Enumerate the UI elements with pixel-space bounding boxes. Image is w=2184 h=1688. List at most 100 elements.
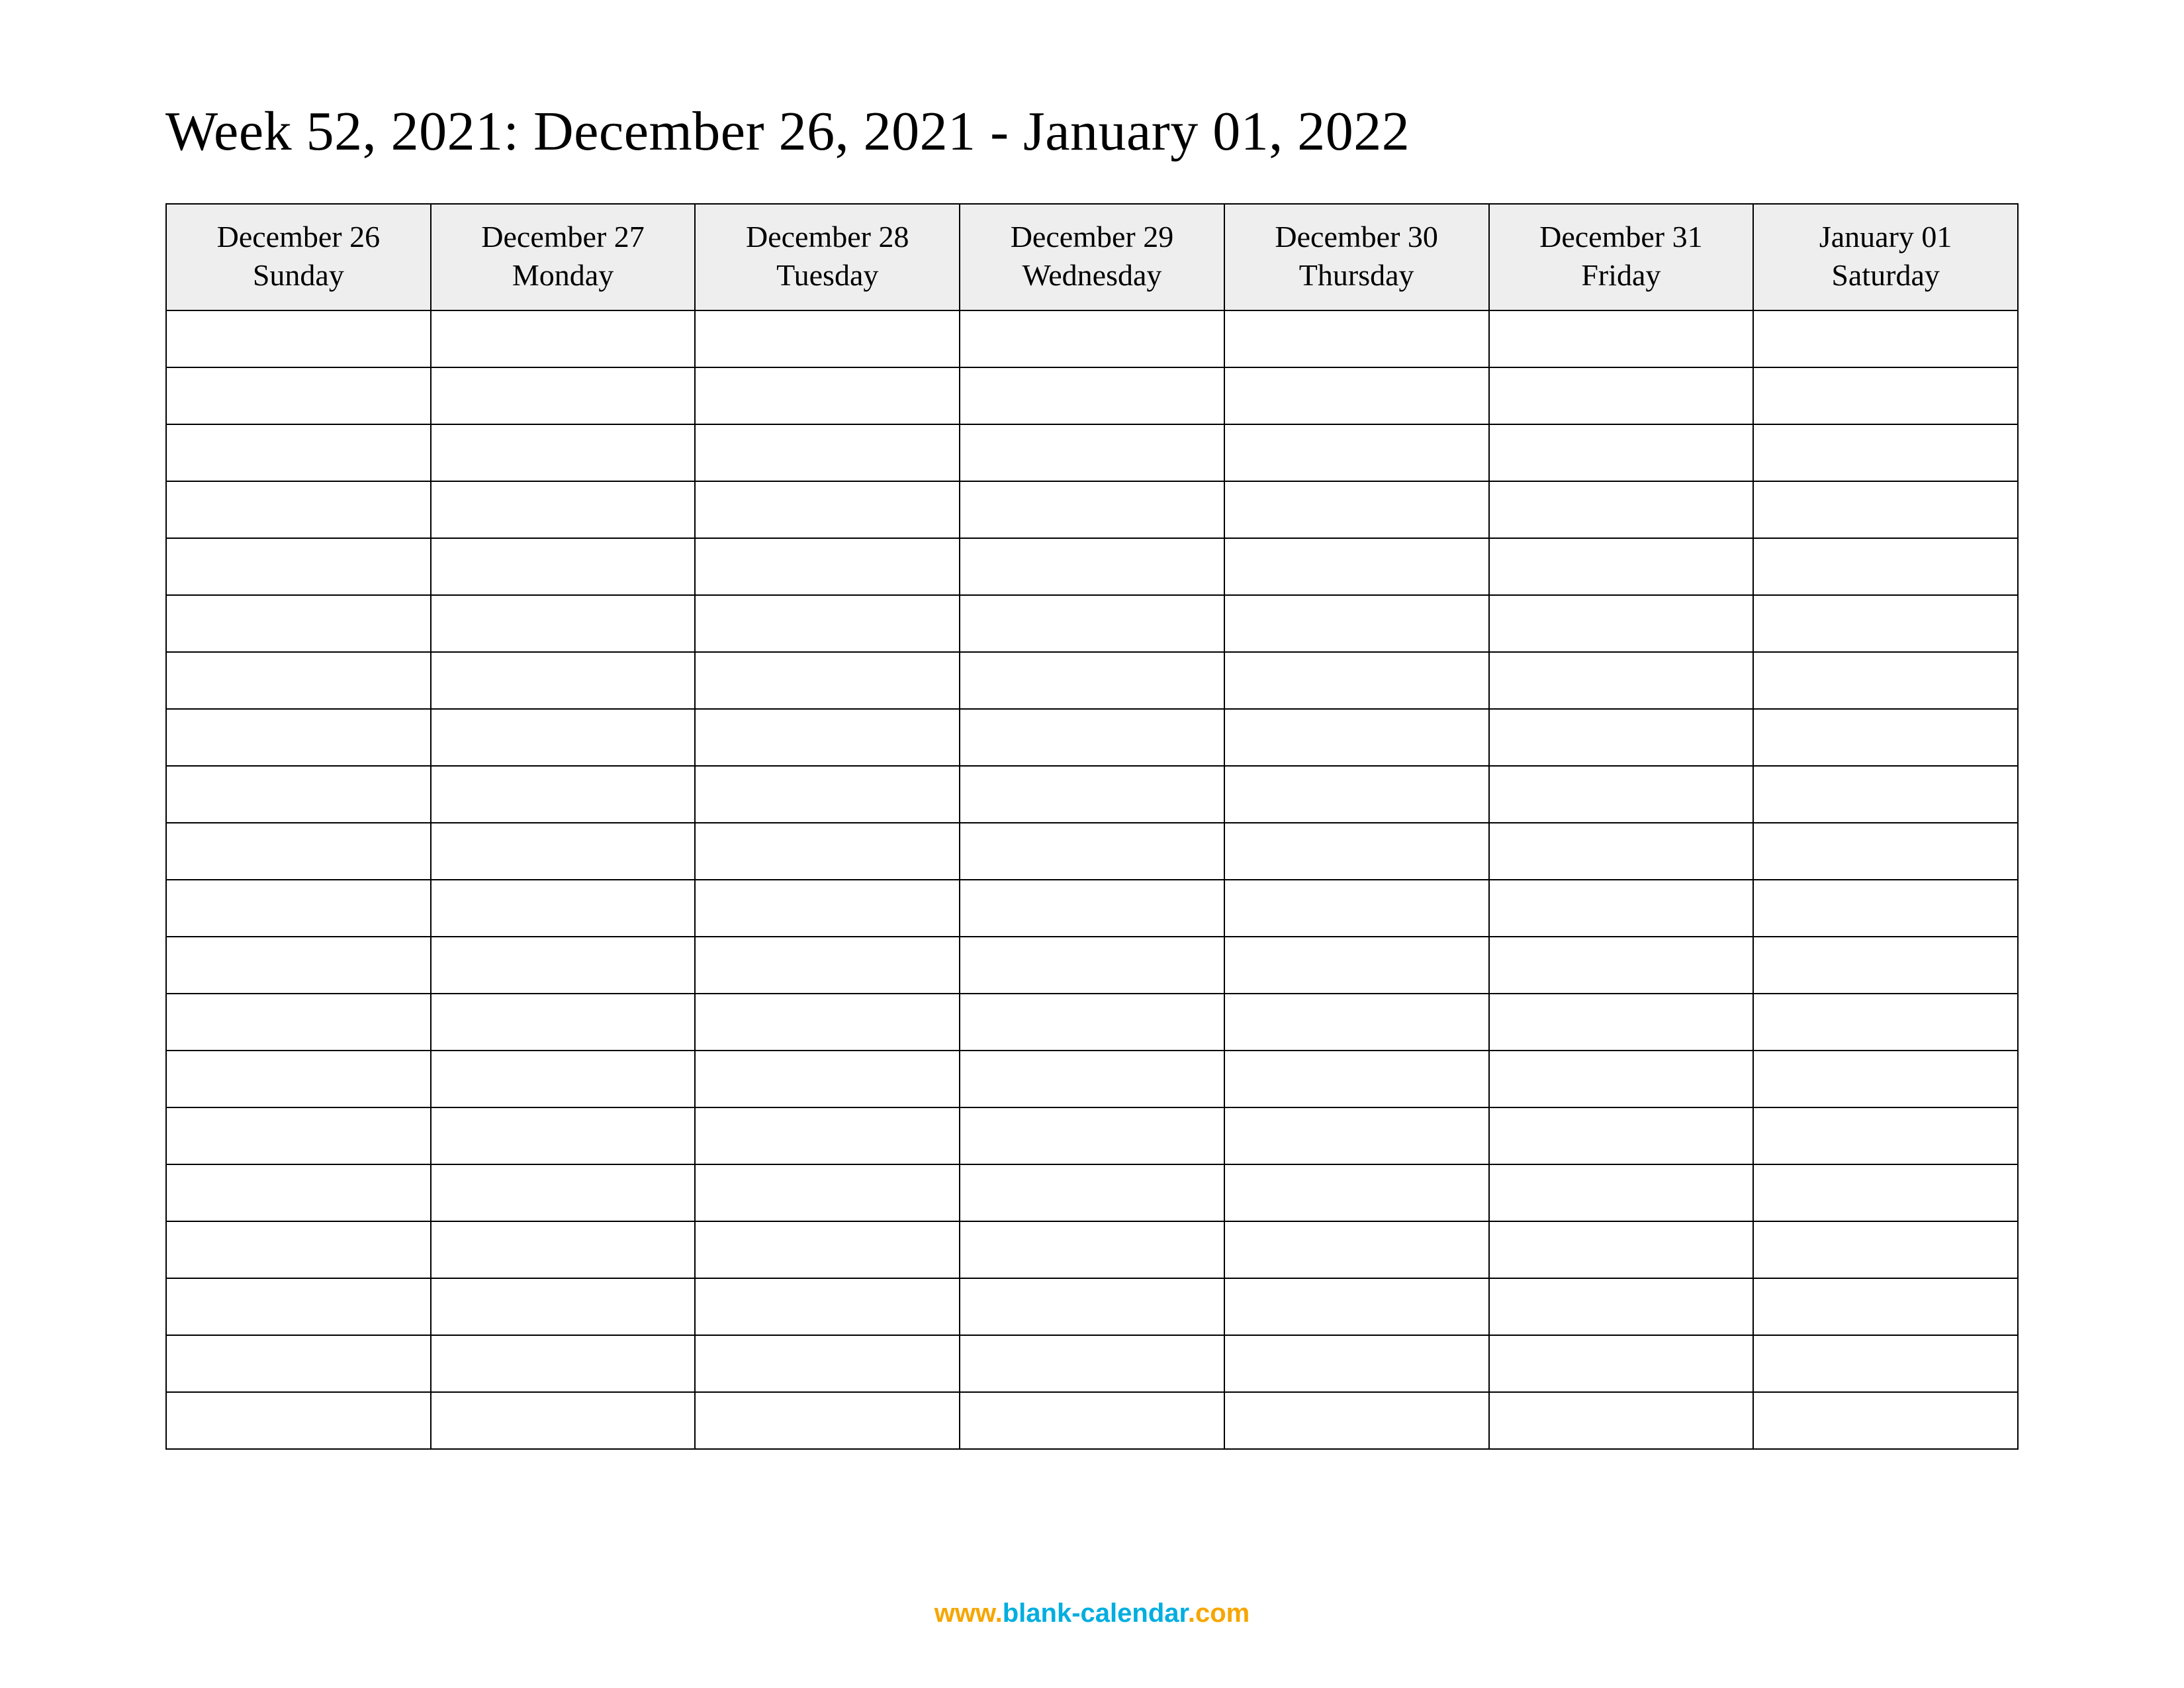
empty-cell <box>166 310 431 367</box>
empty-cell <box>431 766 696 823</box>
empty-cell <box>166 994 431 1051</box>
empty-cell <box>1753 424 2018 481</box>
empty-cell <box>1489 367 1754 424</box>
empty-cell <box>431 709 696 766</box>
table-row <box>166 1335 2018 1392</box>
empty-cell <box>960 766 1224 823</box>
empty-cell <box>960 1392 1224 1449</box>
table-header: December 26 Sunday December 27 Monday De… <box>166 204 2018 310</box>
empty-cell <box>1753 1107 2018 1164</box>
empty-cell <box>166 937 431 994</box>
empty-cell <box>431 1164 696 1221</box>
col-date: December 26 <box>172 218 425 256</box>
page: Week 52, 2021: December 26, 2021 - Janua… <box>0 0 2184 1688</box>
empty-cell <box>1489 766 1754 823</box>
empty-cell <box>166 1335 431 1392</box>
empty-cell <box>166 367 431 424</box>
empty-cell <box>695 652 960 709</box>
empty-cell <box>1224 595 1489 652</box>
empty-cell <box>431 1392 696 1449</box>
empty-cell <box>695 424 960 481</box>
col-header: December 28 Tuesday <box>695 204 960 310</box>
empty-cell <box>431 367 696 424</box>
empty-cell <box>960 424 1224 481</box>
empty-cell <box>695 1051 960 1107</box>
empty-cell <box>960 1335 1224 1392</box>
empty-cell <box>431 823 696 880</box>
empty-cell <box>960 1107 1224 1164</box>
empty-cell <box>1489 310 1754 367</box>
empty-cell <box>1224 1335 1489 1392</box>
empty-cell <box>695 1164 960 1221</box>
empty-cell <box>1753 538 2018 595</box>
empty-cell <box>1753 1051 2018 1107</box>
empty-cell <box>431 652 696 709</box>
empty-cell <box>1224 367 1489 424</box>
empty-cell <box>695 709 960 766</box>
empty-cell <box>1489 1107 1754 1164</box>
empty-cell <box>1753 310 2018 367</box>
empty-cell <box>431 1335 696 1392</box>
table-row <box>166 310 2018 367</box>
empty-cell <box>1489 1278 1754 1335</box>
empty-cell <box>695 1107 960 1164</box>
col-header: December 26 Sunday <box>166 204 431 310</box>
table-row <box>166 424 2018 481</box>
empty-cell <box>1224 709 1489 766</box>
empty-cell <box>695 823 960 880</box>
empty-cell <box>960 994 1224 1051</box>
empty-cell <box>1224 1278 1489 1335</box>
empty-cell <box>1224 823 1489 880</box>
table-row <box>166 1164 2018 1221</box>
empty-cell <box>1224 1164 1489 1221</box>
empty-cell <box>1489 1335 1754 1392</box>
empty-cell <box>1489 481 1754 538</box>
empty-cell <box>1753 1392 2018 1449</box>
empty-cell <box>960 880 1224 937</box>
col-date: December 29 <box>966 218 1218 256</box>
empty-cell <box>695 1392 960 1449</box>
empty-cell <box>1753 1221 2018 1278</box>
table-row <box>166 652 2018 709</box>
empty-cell <box>1224 424 1489 481</box>
empty-cell <box>431 481 696 538</box>
empty-cell <box>960 823 1224 880</box>
col-day: Tuesday <box>701 256 954 295</box>
col-day: Wednesday <box>966 256 1218 295</box>
table-row <box>166 709 2018 766</box>
empty-cell <box>431 595 696 652</box>
empty-cell <box>960 652 1224 709</box>
empty-cell <box>1489 937 1754 994</box>
table-row <box>166 1392 2018 1449</box>
col-date: December 27 <box>437 218 690 256</box>
empty-cell <box>695 367 960 424</box>
empty-cell <box>1489 595 1754 652</box>
col-day: Friday <box>1495 256 1748 295</box>
col-header: December 29 Wednesday <box>960 204 1224 310</box>
table-row <box>166 823 2018 880</box>
empty-cell <box>1753 823 2018 880</box>
empty-cell <box>1224 994 1489 1051</box>
empty-cell <box>960 1164 1224 1221</box>
empty-cell <box>960 1278 1224 1335</box>
col-header: December 30 Thursday <box>1224 204 1489 310</box>
empty-cell <box>431 538 696 595</box>
empty-cell <box>1224 538 1489 595</box>
empty-cell <box>166 1278 431 1335</box>
empty-cell <box>1224 1107 1489 1164</box>
table-row <box>166 481 2018 538</box>
empty-cell <box>695 1278 960 1335</box>
col-date: January 01 <box>1759 218 2012 256</box>
empty-cell <box>1753 481 2018 538</box>
empty-cell <box>960 595 1224 652</box>
empty-cell <box>960 1051 1224 1107</box>
empty-cell <box>695 1221 960 1278</box>
empty-cell <box>431 880 696 937</box>
empty-cell <box>166 481 431 538</box>
empty-cell <box>1753 652 2018 709</box>
table-row <box>166 1051 2018 1107</box>
empty-cell <box>1753 1164 2018 1221</box>
empty-cell <box>1753 595 2018 652</box>
table-row <box>166 880 2018 937</box>
weekly-calendar-table: December 26 Sunday December 27 Monday De… <box>165 203 2019 1450</box>
